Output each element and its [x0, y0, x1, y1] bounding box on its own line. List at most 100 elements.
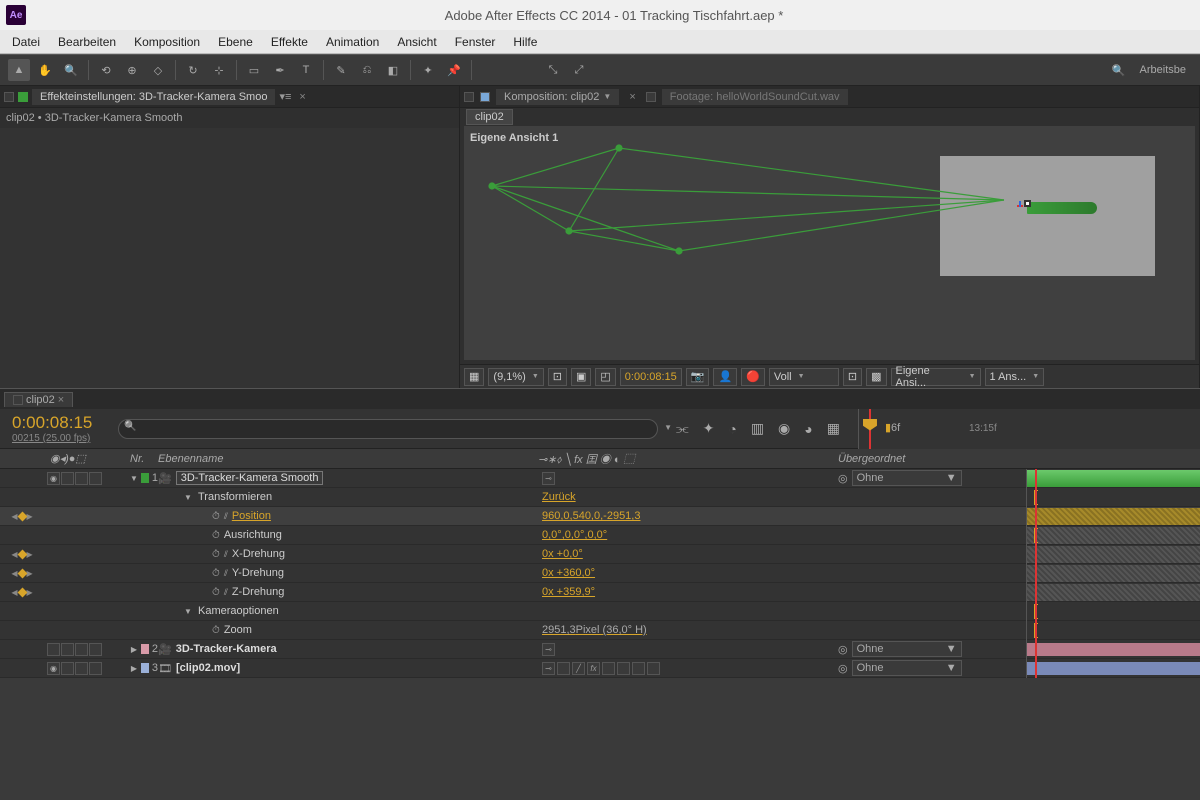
- view-count-dropdown[interactable]: 1 Ans...: [985, 368, 1045, 386]
- menu-datei[interactable]: Datei: [12, 35, 40, 49]
- graph-editor-icon[interactable]: ◕: [804, 421, 812, 437]
- property-row[interactable]: ⏱Zoom 2951,3Pixel (36,0° H): [0, 621, 1200, 640]
- audio-icon[interactable]: [61, 472, 74, 485]
- grid-icon[interactable]: ▦: [464, 368, 484, 386]
- rotation-tool[interactable]: ↻: [182, 59, 204, 81]
- panel-tab-icon[interactable]: [464, 92, 474, 102]
- graph-icon[interactable]: ⫽: [224, 511, 228, 522]
- zoom-tool[interactable]: 🔍: [60, 59, 82, 81]
- panel-tab-icon[interactable]: [4, 92, 14, 102]
- layer-row[interactable]: ◉ ▶3 🎞[clip02.mov] ⊸ ╱ fx ◎Ohne▼: [0, 659, 1200, 678]
- menu-effekte[interactable]: Effekte: [271, 35, 308, 49]
- search-dropdown-icon[interactable]: ▼: [664, 423, 672, 432]
- frame-blend-icon[interactable]: ▥: [751, 420, 764, 437]
- layer-name[interactable]: 3D-Tracker-Kamera Smooth: [176, 471, 324, 485]
- world-axis-mode[interactable]: ⤢: [568, 59, 590, 81]
- visibility-icon[interactable]: ◉: [47, 472, 60, 485]
- layer-bar[interactable]: [1027, 470, 1200, 487]
- quality-dropdown[interactable]: Voll: [769, 368, 839, 386]
- layer-row[interactable]: ◉ ▼1 🎥3D-Tracker-Kamera Smooth ⊸ ◎Ohne▼: [0, 469, 1200, 488]
- keyframe-icon[interactable]: [17, 511, 27, 521]
- current-time[interactable]: 0:00:08:15 00215 (25.00 fps): [0, 413, 118, 444]
- solo-icon[interactable]: [75, 472, 88, 485]
- layer-row[interactable]: ▶2 🎥3D-Tracker-Kamera ⊸ ◎Ohne▼: [0, 640, 1200, 659]
- lock-icon[interactable]: [89, 662, 102, 675]
- time-ruler[interactable]: ▮6f 13:15f: [858, 409, 1200, 449]
- property-value[interactable]: 0x +359,9°: [538, 586, 838, 598]
- orbit-tool[interactable]: ⟲: [95, 59, 117, 81]
- comp-mini-flowchart-icon[interactable]: ⫘: [676, 420, 689, 437]
- keyframe-icon[interactable]: [17, 587, 27, 597]
- property-value[interactable]: 0x +360,0°: [538, 567, 838, 579]
- camera-gizmo[interactable]: [1027, 202, 1097, 214]
- brainstorm-icon[interactable]: ▦: [827, 420, 840, 437]
- keyframe-icon[interactable]: [17, 568, 27, 578]
- lock-icon[interactable]: [89, 643, 102, 656]
- property-row[interactable]: ◀▶ ⏱⫽X-Drehung 0x +0,0°: [0, 545, 1200, 564]
- pickwhip-icon[interactable]: ◎: [838, 662, 848, 675]
- parent-dropdown[interactable]: Ohne▼: [852, 470, 962, 486]
- shy-icon[interactable]: ◔: [728, 421, 736, 437]
- adjustment-switch[interactable]: [632, 662, 645, 675]
- layer-bar[interactable]: [1027, 643, 1200, 656]
- viewport[interactable]: Eigene Ansicht 1: [464, 126, 1195, 360]
- menu-bearbeiten[interactable]: Bearbeiten: [58, 35, 116, 49]
- workspace-dropdown[interactable]: Arbeitsbe: [1134, 64, 1192, 76]
- menu-hilfe[interactable]: Hilfe: [513, 35, 537, 49]
- property-value[interactable]: 0x +0,0°: [538, 548, 838, 560]
- property-value[interactable]: 960,0,540,0,-2951,3: [538, 510, 838, 522]
- shy-switch[interactable]: ⊸: [542, 472, 555, 485]
- timeline-search-input[interactable]: [118, 419, 658, 439]
- hand-tool[interactable]: ✋: [34, 59, 56, 81]
- layer-bar[interactable]: [1027, 662, 1200, 675]
- timeline-tab[interactable]: clip02 ×: [4, 392, 73, 407]
- camera-origin-icon[interactable]: [1024, 200, 1031, 207]
- visibility-icon[interactable]: ◉: [47, 662, 60, 675]
- visibility-icon[interactable]: [47, 643, 60, 656]
- preview-timecode[interactable]: 0:00:08:15: [620, 368, 682, 386]
- composition-tab[interactable]: Komposition: clip02▼: [496, 89, 619, 105]
- pen-tool[interactable]: ✒: [269, 59, 291, 81]
- anchor-tool[interactable]: ⊹: [208, 59, 230, 81]
- stopwatch-icon[interactable]: ⏱: [212, 530, 220, 541]
- graph-icon[interactable]: ⫽: [224, 568, 228, 579]
- graph-icon[interactable]: ⫽: [224, 587, 228, 598]
- property-row[interactable]: ◀▶ ⏱⫽Z-Drehung 0x +359,9°: [0, 583, 1200, 602]
- snapshot-icon[interactable]: 📷: [686, 368, 710, 386]
- frame-blend-switch[interactable]: [602, 662, 615, 675]
- property-row[interactable]: ⏱Ausrichtung 0,0°,0,0°,0,0°: [0, 526, 1200, 545]
- pickwhip-icon[interactable]: ◎: [838, 643, 848, 656]
- menu-komposition[interactable]: Komposition: [134, 35, 200, 49]
- close-tab-icon[interactable]: ×: [295, 91, 309, 103]
- puppet-tool[interactable]: 📌: [443, 59, 465, 81]
- footage-tab[interactable]: Footage: helloWorldSoundCut.wav: [662, 89, 848, 105]
- twirl-icon[interactable]: ▼: [184, 493, 194, 502]
- twirl-icon[interactable]: ▼: [130, 474, 138, 483]
- motion-blur-switch[interactable]: [617, 662, 630, 675]
- local-axis-mode[interactable]: ⤡: [542, 59, 564, 81]
- unified-camera-tool[interactable]: ⊕: [121, 59, 143, 81]
- quality-switch[interactable]: ╱: [572, 662, 585, 675]
- property-value[interactable]: 0,0°,0,0°,0,0°: [538, 529, 838, 541]
- keyframe-icon[interactable]: [17, 549, 27, 559]
- zoom-dropdown[interactable]: (9,1%): [488, 368, 543, 386]
- parent-dropdown[interactable]: Ohne▼: [852, 641, 962, 657]
- brush-tool[interactable]: ✎: [330, 59, 352, 81]
- z-axis-icon[interactable]: [1019, 201, 1021, 207]
- property-group-row[interactable]: ▼Transformieren Zurück: [0, 488, 1200, 507]
- track-xy-tool[interactable]: ◇: [147, 59, 169, 81]
- property-row[interactable]: ◀▶ ⏱⫽Position 960,0,540,0,-2951,3: [0, 507, 1200, 526]
- type-tool[interactable]: T: [295, 59, 317, 81]
- transparency-grid-icon[interactable]: ▣: [571, 368, 591, 386]
- keyframe-track[interactable]: [1027, 508, 1200, 525]
- stopwatch-icon[interactable]: ⏱: [212, 568, 220, 579]
- stopwatch-icon[interactable]: ⏱: [212, 549, 220, 560]
- rectangle-tool[interactable]: ▭: [243, 59, 265, 81]
- property-row[interactable]: ◀▶ ⏱⫽Y-Drehung 0x +360,0°: [0, 564, 1200, 583]
- col-nr[interactable]: Nr.: [130, 453, 158, 465]
- stopwatch-icon[interactable]: ⏱: [212, 587, 220, 598]
- show-snapshot-icon[interactable]: 👤: [713, 368, 737, 386]
- reset-link[interactable]: Zurück: [538, 491, 838, 503]
- stopwatch-icon[interactable]: ⏱: [212, 511, 220, 522]
- playhead-icon[interactable]: [869, 409, 871, 449]
